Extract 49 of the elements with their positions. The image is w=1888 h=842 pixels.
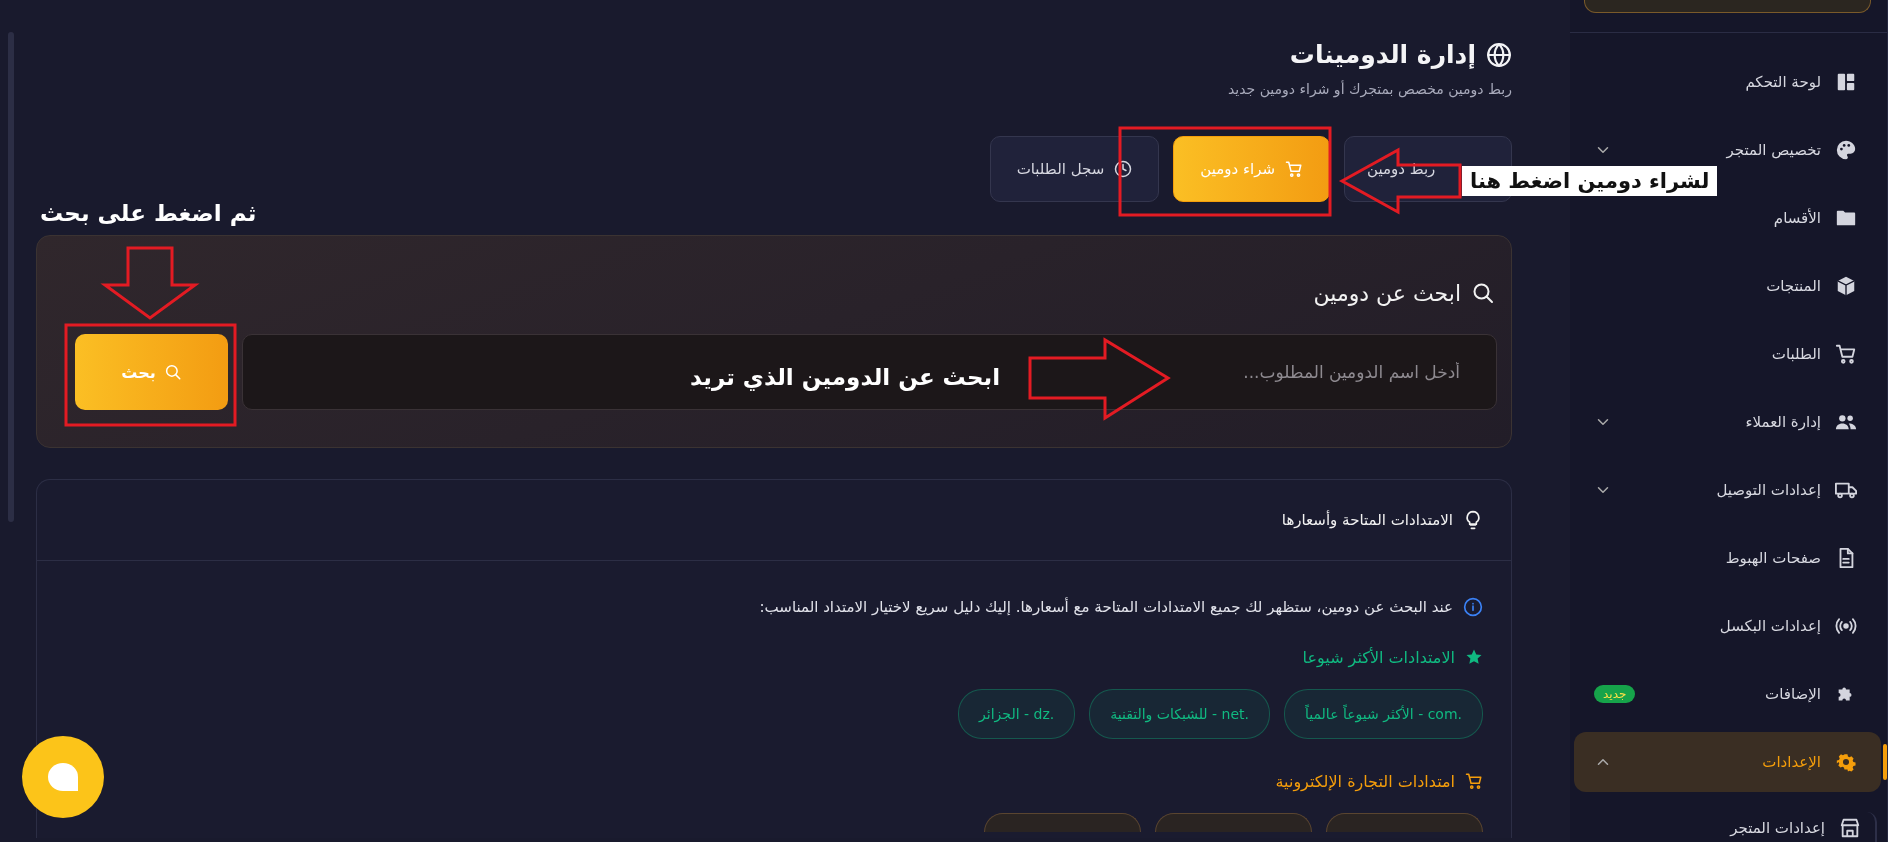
sidebar-item[interactable]: صفحات الهبوط <box>1574 540 1881 576</box>
cart-icon <box>1285 160 1303 178</box>
sidebar-item[interactable]: الأقسام <box>1574 200 1881 236</box>
extension-chip[interactable]: .net - للشبكات والتقنية <box>1089 689 1270 739</box>
page-title: إدارة الدومينات <box>1289 40 1476 69</box>
callout-label: لشراء دومين اضغط هنا <box>1462 166 1718 196</box>
sidebar-item[interactable]: لوحة التحكم <box>1574 64 1881 100</box>
sidebar-item[interactable]: الإضافات جديد <box>1574 676 1881 712</box>
store-icon <box>1839 816 1861 839</box>
group-title: الامتدادات الأكثر شيوعا <box>1302 647 1455 667</box>
globe-icon <box>1486 41 1512 68</box>
sidebar-item[interactable]: تخصيص المتجر <box>1574 132 1881 168</box>
search-icon <box>1471 281 1495 305</box>
sidebar-item[interactable]: إعدادات المتجر <box>1630 812 1875 842</box>
store-card[interactable] <box>1584 0 1871 13</box>
dashboard-icon <box>1835 71 1857 93</box>
card-title: ابحث عن دومين <box>1313 280 1461 306</box>
clock-icon <box>1114 160 1133 178</box>
page-subtitle: ربط دومين مخصص بمتجرك أو شراء دومين جديد <box>1226 81 1512 97</box>
sidebar-item[interactable]: الطلبات <box>1574 336 1881 372</box>
cart-icon <box>1465 772 1483 790</box>
extension-chip[interactable] <box>1326 813 1483 832</box>
broadcast-icon <box>1835 615 1857 637</box>
group-title: امتدادات التجارة الإلكترونية <box>1275 771 1455 791</box>
info-text: عند البحث عن دومين، ستظهر لك جميع الامتدادات المتاحة مع أسعارها. إليك دليل سريع لاختيار الامتداد المناسب: <box>759 598 1453 616</box>
scrollbar[interactable] <box>8 32 14 522</box>
palette-icon <box>1835 139 1857 161</box>
sidebar-item[interactable]: المنتجات <box>1574 268 1881 304</box>
history-button[interactable]: سجل الطلبات <box>989 136 1160 202</box>
sidebar-item[interactable]: إعدادات التوصيل <box>1574 472 1881 508</box>
card-title: الامتدادات المتاحة وأسعارها <box>1281 511 1453 529</box>
box-icon <box>1835 275 1857 297</box>
sidebar-item[interactable]: إعدادات البكسل <box>1574 608 1881 644</box>
annotation-text: ابحث عن الدومين الذي تريد <box>690 363 1001 392</box>
extension-chip[interactable]: .com - الأكثر شيوعاً عالمياً <box>1284 689 1483 739</box>
lightbulb-icon <box>1463 510 1483 530</box>
annotation-text: ثم اضغط على بحث <box>40 199 257 228</box>
sidebar-item[interactable]: إدارة العملاء <box>1574 404 1881 440</box>
cart-icon <box>1835 343 1857 365</box>
star-icon <box>1465 648 1483 666</box>
active-indicator <box>1883 744 1887 780</box>
chat-bubble-icon <box>46 761 80 793</box>
extension-chip[interactable]: .dz - الجزائر <box>958 689 1076 739</box>
info-icon <box>1463 597 1483 617</box>
search-icon <box>163 363 182 381</box>
gear-icon <box>1835 751 1857 773</box>
extension-chip[interactable] <box>1155 813 1312 832</box>
new-badge: جديد <box>1594 685 1636 703</box>
extension-chip[interactable] <box>984 813 1141 832</box>
